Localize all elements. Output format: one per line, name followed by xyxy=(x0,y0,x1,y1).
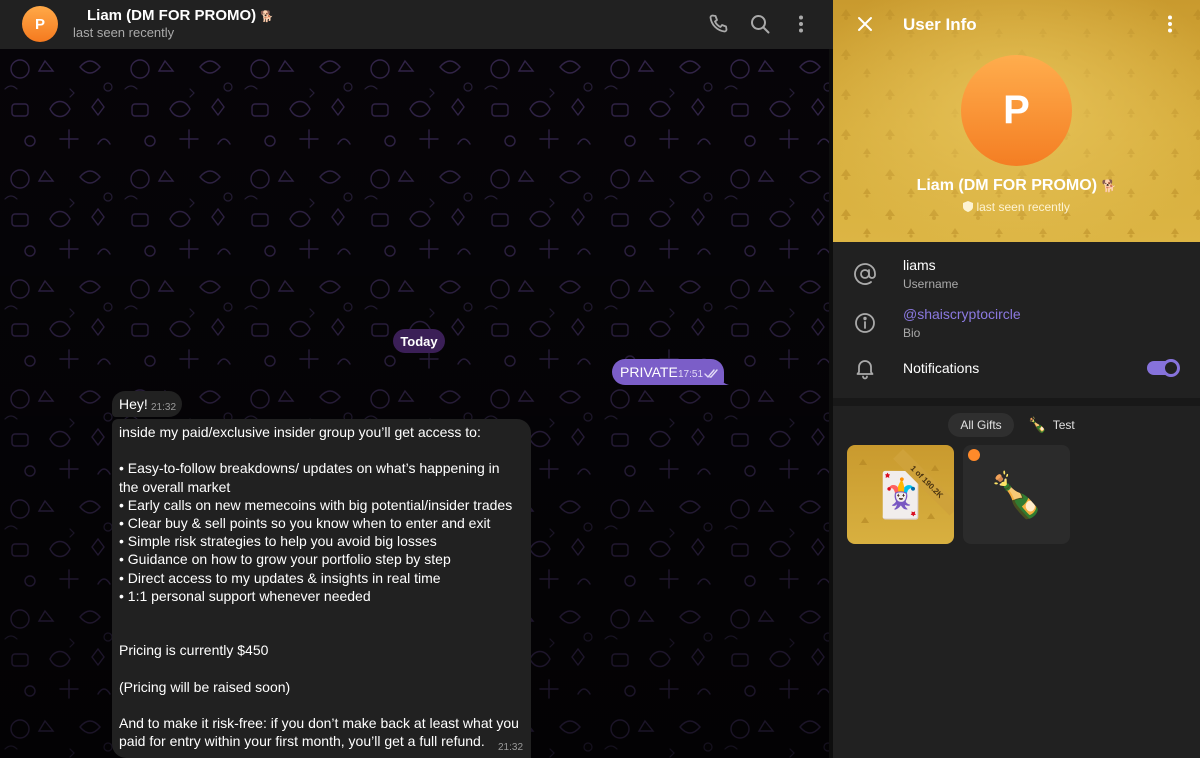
close-icon[interactable] xyxy=(854,13,876,35)
message-time: 17:51 xyxy=(678,369,704,380)
notifications-label: Notifications xyxy=(903,360,980,376)
more-vertical-icon[interactable] xyxy=(1158,12,1182,36)
message-line: • Simple risk strategies to help you avo… xyxy=(119,533,437,550)
username-row[interactable]: liams Username xyxy=(833,254,1200,298)
message-line: And to make it risk-free: if you don’t m… xyxy=(119,715,519,732)
toggle-knob xyxy=(1162,359,1180,377)
message-line: • Easy-to-follow breakdowns/ updates on … xyxy=(119,460,500,477)
message-line: • Direct access to my updates & insights… xyxy=(119,569,441,586)
bio-link[interactable]: @shaiscryptocircle xyxy=(903,306,1021,322)
bubble-tail xyxy=(719,373,729,385)
message-line: • Guidance on how to grow your portfolio… xyxy=(119,551,451,568)
message-line: inside my paid/exclusive insider group y… xyxy=(119,424,481,440)
message-line: • Clear buy & sell points so you know wh… xyxy=(119,515,491,531)
date-separator: Today xyxy=(393,329,445,353)
champagne-icon: 🍾 xyxy=(1028,417,1047,434)
profile-name-text: Liam (DM FOR PROMO) xyxy=(916,177,1098,194)
gift-card[interactable]: 🃏 1 of 190.2K xyxy=(847,445,954,544)
profile-header: User Info P Liam (DM FOR PROMO) 🐕 last s… xyxy=(833,0,1200,242)
chat-header: P Liam (DM FOR PROMO) 🐕 last seen recent… xyxy=(0,0,833,49)
gift-card[interactable]: 🍾 xyxy=(963,445,1070,544)
incoming-message[interactable]: Hey! 21:32 xyxy=(112,391,182,417)
chat-title[interactable]: Liam (DM FOR PROMO) 🐕 xyxy=(87,7,274,24)
incoming-message[interactable]: inside my paid/exclusive insider group y… xyxy=(112,419,531,758)
profile-name: Liam (DM FOR PROMO) 🐕 xyxy=(833,177,1200,195)
message-text: inside my paid/exclusive insider group y… xyxy=(119,423,527,751)
message-time: 21:32 xyxy=(151,402,177,413)
outgoing-message[interactable]: PRIVATE 17:51 xyxy=(612,359,724,385)
message-text: Hey! xyxy=(119,396,148,412)
message-time: 21:32 xyxy=(498,742,524,753)
message-line: paid for entry within your first month, … xyxy=(119,733,485,750)
tab-all-gifts[interactable]: All Gifts xyxy=(948,413,1014,437)
info-icon xyxy=(855,313,875,333)
tab-label: All Gifts xyxy=(960,418,1002,432)
user-info-panel: User Info P Liam (DM FOR PROMO) 🐕 last s… xyxy=(833,0,1200,758)
profile-status: last seen recently xyxy=(833,200,1200,214)
message-line: (Pricing will be raised soon) xyxy=(119,678,291,695)
chat-title-text: Liam (DM FOR PROMO) xyxy=(87,7,257,24)
read-check-icon xyxy=(704,369,718,378)
tab-test[interactable]: 🍾 Test xyxy=(1024,413,1094,437)
chat-avatar[interactable]: P xyxy=(22,6,58,42)
chat-status: last seen recently xyxy=(73,25,175,40)
message-line: • Early calls on new memecoins with big … xyxy=(119,496,513,513)
profile-status-text: last seen recently xyxy=(976,200,1070,214)
search-icon[interactable] xyxy=(748,12,772,36)
bio-row[interactable]: @shaiscryptocircle Bio xyxy=(833,303,1200,347)
message-line: the overall market xyxy=(119,478,231,495)
message-line: • 1:1 personal support whenever needed xyxy=(119,587,371,604)
chat-area: P Liam (DM FOR PROMO) 🐕 last seen recent… xyxy=(0,0,833,758)
tab-label: Test xyxy=(1052,418,1075,432)
profile-avatar[interactable]: P xyxy=(961,55,1072,166)
bell-icon xyxy=(856,360,874,380)
more-vertical-icon[interactable] xyxy=(789,12,813,36)
bio-label: Bio xyxy=(903,326,921,340)
username-value: liams xyxy=(903,257,936,273)
message-text: PRIVATE xyxy=(620,364,678,380)
notifications-row[interactable]: Notifications xyxy=(833,347,1200,391)
shield-icon xyxy=(963,201,974,212)
section-divider xyxy=(833,398,1200,406)
panel-title: User Info xyxy=(903,15,977,34)
username-label: Username xyxy=(903,277,959,291)
at-sign-icon xyxy=(854,263,876,285)
dog-emoji-status-icon: 🐕 xyxy=(260,11,275,23)
message-line: Pricing is currently $450 xyxy=(119,642,269,659)
phone-icon[interactable] xyxy=(706,12,730,36)
notifications-toggle[interactable] xyxy=(1147,359,1180,377)
champagne-icon: 🍾 xyxy=(989,470,1044,520)
dog-emoji-status-icon: 🐕 xyxy=(1101,179,1117,193)
